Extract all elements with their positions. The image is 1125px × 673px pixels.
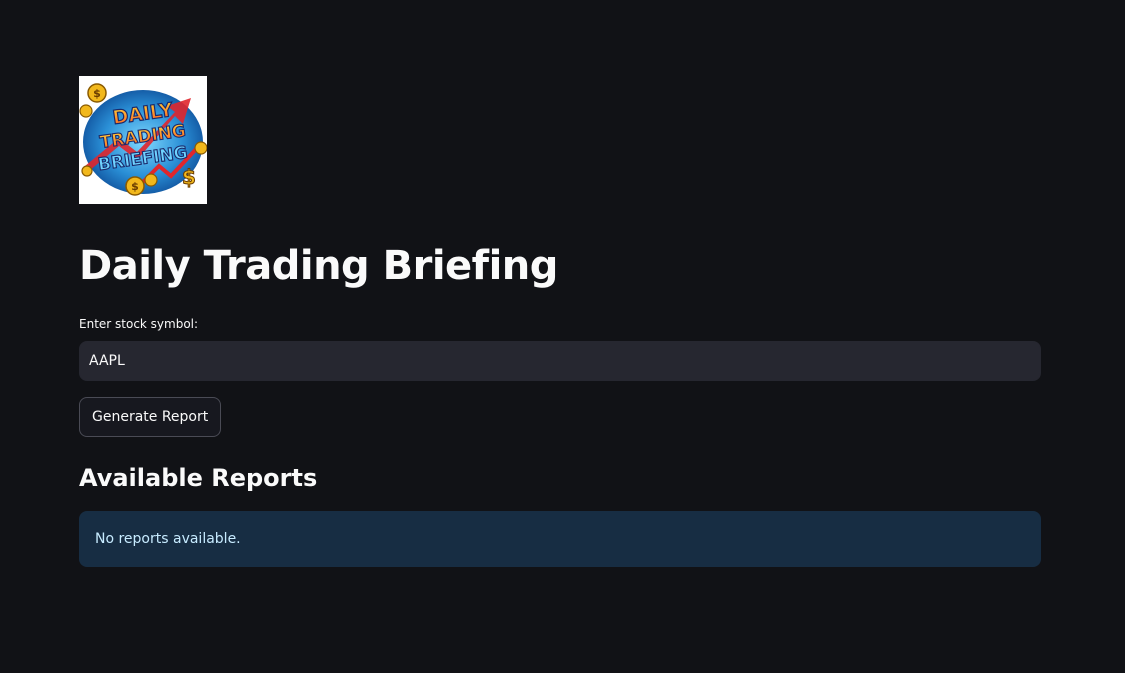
svg-text:$: $ xyxy=(182,165,196,189)
logo-image: DAILY TRADING BRIEFING $ $ $ xyxy=(79,76,207,204)
logo-illustration: DAILY TRADING BRIEFING $ $ $ xyxy=(79,76,207,204)
generate-report-button[interactable]: Generate Report xyxy=(79,397,222,437)
available-reports-heading: Available Reports xyxy=(79,464,318,492)
coin-icon xyxy=(79,104,93,118)
app-root: DAILY TRADING BRIEFING $ $ $ Daily Tradi… xyxy=(0,0,1125,673)
coin-icon: $ xyxy=(125,176,145,196)
coin-icon: $ xyxy=(87,83,107,103)
coin-icon xyxy=(194,141,207,155)
page-title: Daily Trading Briefing xyxy=(79,243,558,289)
coin-icon xyxy=(81,165,93,177)
svg-text:$: $ xyxy=(131,180,139,193)
svg-text:$: $ xyxy=(93,87,101,100)
no-reports-alert: No reports available. xyxy=(79,511,1041,567)
no-reports-message: No reports available. xyxy=(95,531,241,547)
main-content: DAILY TRADING BRIEFING $ $ $ Daily Tradi… xyxy=(79,76,1041,567)
coin-icon xyxy=(144,173,158,187)
stock-symbol-input[interactable] xyxy=(79,341,1041,381)
stock-symbol-label: Enter stock symbol: xyxy=(79,317,199,331)
dollar-sign-icon: $ xyxy=(182,165,197,190)
